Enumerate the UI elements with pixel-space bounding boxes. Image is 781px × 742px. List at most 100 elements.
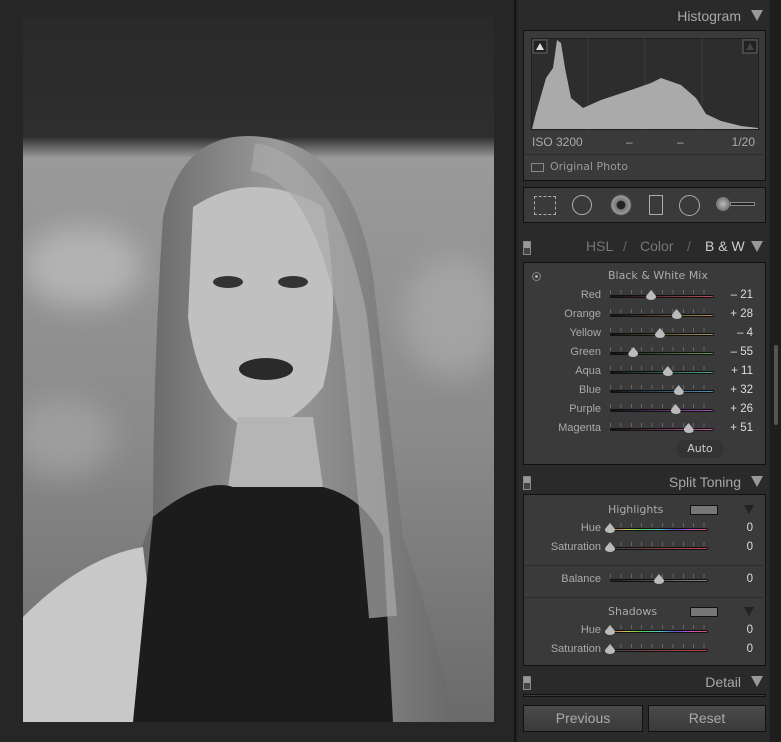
histogram-chart[interactable] [531, 38, 759, 130]
slider-track[interactable] [610, 547, 708, 550]
tab-hsl[interactable]: HSL [586, 238, 613, 254]
slider-label: Blue [578, 384, 601, 396]
spot-removal-icon[interactable] [572, 195, 592, 215]
slider-value[interactable]: 0 [747, 624, 753, 636]
highlights-label: Highlights [608, 503, 664, 516]
balance-slider: Balance 0 [524, 571, 767, 590]
panel-toggle-switch[interactable] [523, 676, 531, 690]
detail-title: Detail [705, 674, 741, 690]
histogram-title: Histogram [677, 8, 741, 24]
red-eye-icon[interactable] [610, 194, 632, 216]
slider-track[interactable] [610, 371, 714, 374]
slider-value[interactable]: + 51 [730, 422, 753, 434]
histogram-header[interactable]: Histogram [518, 4, 769, 28]
bw-mix-title: Black & White Mix [608, 269, 708, 282]
tab-bw[interactable]: B & W [705, 238, 745, 254]
panel-toggle-switch[interactable] [523, 476, 531, 490]
slider-label: Red [580, 289, 601, 301]
shadows-saturation-slider: Saturation 0 [524, 641, 767, 660]
tab-color[interactable]: Color [640, 238, 673, 254]
focal-length-info: – [626, 135, 633, 149]
slider-track[interactable] [610, 314, 714, 317]
tab-separator: / [687, 238, 691, 254]
adjustment-brush-icon[interactable] [716, 197, 730, 211]
slider-value[interactable]: 0 [747, 541, 753, 553]
slider-track[interactable] [610, 409, 714, 412]
collapse-triangle-icon[interactable] [751, 476, 763, 487]
iso-info: ISO 3200 [532, 135, 583, 149]
bw-slider-magenta: Magenta + 51 [524, 420, 767, 439]
slider-value[interactable]: + 28 [730, 308, 753, 320]
slider-label: Yellow [569, 327, 601, 339]
slider-track[interactable] [610, 352, 714, 355]
photo-preview[interactable] [23, 17, 494, 722]
highlights-hue-slider: Hue 0 [524, 520, 767, 539]
reset-button[interactable]: Reset [648, 705, 766, 732]
shadows-label: Shadows [608, 605, 658, 618]
slider-track[interactable] [610, 528, 708, 531]
slider-value[interactable]: 0 [747, 573, 753, 585]
slider-value[interactable]: – 4 [737, 327, 753, 339]
slider-value[interactable]: 0 [747, 522, 753, 534]
photo-canvas [0, 0, 516, 742]
radial-filter-icon[interactable] [679, 195, 700, 216]
slider-label: Green [570, 346, 601, 358]
slider-track[interactable] [610, 630, 708, 633]
slider-track[interactable] [610, 649, 708, 652]
bw-slider-aqua: Aqua + 11 [524, 363, 767, 382]
slider-track[interactable] [610, 390, 714, 393]
highlights-saturation-slider: Saturation 0 [524, 539, 767, 558]
shadows-color-swatch[interactable] [690, 607, 718, 617]
shadows-picker-icon[interactable] [744, 607, 754, 616]
bw-slider-blue: Blue + 32 [524, 382, 767, 401]
auto-button[interactable]: Auto [676, 440, 724, 458]
tab-separator: / [623, 238, 627, 254]
bw-slider-purple: Purple + 26 [524, 401, 767, 420]
bw-slider-red: Red – 21 [524, 287, 767, 306]
split-toning-header[interactable]: Split Toning [518, 470, 769, 494]
panel-toggle-switch[interactable] [523, 241, 531, 255]
shadows-hue-slider: Hue 0 [524, 622, 767, 641]
slider-track[interactable] [610, 295, 714, 298]
tool-strip [523, 187, 766, 223]
detail-header[interactable]: Detail [518, 670, 769, 694]
slider-label: Saturation [550, 541, 601, 553]
slider-value[interactable]: – 21 [731, 289, 753, 301]
slider-value[interactable]: + 11 [731, 365, 753, 377]
bw-mix-panel: Black & White Mix Red – 21 Orange + 28 Yel… [523, 262, 766, 465]
split-toning-panel: Highlights Shadows Hue 0 Saturation 0 Bala… [523, 494, 767, 666]
histogram-panel: ISO 3200 – – 1/20 Original Photo [523, 30, 767, 181]
slider-label: Purple [569, 403, 601, 415]
slider-label: Hue [580, 522, 601, 534]
develop-right-panel: Histogram ISO 3200 – – 1/20 Original Pho… [518, 0, 769, 742]
slider-value[interactable]: – 55 [731, 346, 753, 358]
aperture-info: – [677, 135, 684, 149]
bw-slider-green: Green – 55 [524, 344, 767, 363]
crop-overlay-icon[interactable] [534, 196, 556, 215]
slider-label: Saturation [550, 643, 601, 655]
slider-label: Hue [580, 624, 601, 636]
slider-value[interactable]: + 26 [730, 403, 753, 415]
collapse-triangle-icon[interactable] [751, 10, 763, 21]
slider-label: Aqua [575, 365, 601, 377]
graduated-filter-icon[interactable] [649, 195, 663, 215]
slider-value[interactable]: + 32 [730, 384, 753, 396]
bw-slider-orange: Orange + 28 [524, 306, 767, 325]
slider-track[interactable] [610, 428, 714, 431]
hsl-color-bw-header: HSL / Color / B & W [518, 235, 769, 259]
collapse-triangle-icon[interactable] [751, 241, 763, 252]
bw-slider-yellow: Yellow – 4 [524, 325, 767, 344]
original-photo-checkbox[interactable] [531, 163, 544, 172]
previous-button[interactable]: Previous [523, 705, 643, 732]
highlights-picker-icon[interactable] [744, 505, 754, 514]
shutter-info: 1/20 [731, 135, 755, 149]
slider-label: Orange [564, 308, 601, 320]
target-adjustment-icon[interactable] [532, 272, 541, 281]
collapse-triangle-icon[interactable] [751, 676, 763, 687]
slider-label: Magenta [558, 422, 601, 434]
slider-value[interactable]: 0 [747, 643, 753, 655]
highlights-color-swatch[interactable] [690, 505, 718, 515]
panel-scrollbar[interactable] [770, 0, 781, 742]
original-photo-label: Original Photo [550, 160, 628, 173]
slider-label: Balance [561, 573, 601, 585]
